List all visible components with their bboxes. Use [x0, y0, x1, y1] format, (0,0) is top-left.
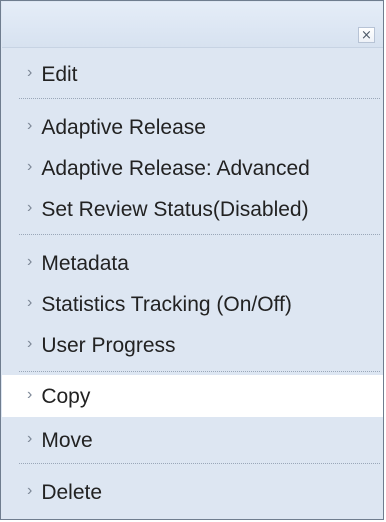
- menu-item-label: Delete: [41, 480, 103, 504]
- menu-item-label: Move: [41, 428, 93, 452]
- chevron-right-icon: ›: [27, 482, 33, 499]
- chevron-right-icon: ›: [27, 335, 33, 352]
- chevron-right-icon: ›: [27, 199, 33, 216]
- menu-item-move[interactable]: › Move: [2, 419, 383, 461]
- menu-item-edit[interactable]: › Edit: [2, 53, 383, 95]
- menu-item-set-review-status[interactable]: › Set Review Status(Disabled): [2, 188, 383, 230]
- menu-item-label: Copy: [41, 384, 91, 408]
- menu-item-label: Statistics Tracking (On/Off): [41, 292, 292, 316]
- menu-item-copy[interactable]: › Copy: [2, 375, 383, 417]
- menu-item-label: Adaptive Release: [41, 115, 206, 139]
- chevron-right-icon: ›: [27, 64, 33, 81]
- chevron-right-icon: ›: [27, 386, 33, 403]
- menu-separator: [19, 463, 380, 464]
- menu-header: ×: [2, 2, 383, 48]
- chevron-right-icon: ›: [27, 158, 33, 175]
- close-icon: ×: [361, 27, 372, 43]
- menu-item-label: Metadata: [41, 251, 129, 275]
- menu-item-delete[interactable]: › Delete: [2, 471, 383, 513]
- chevron-right-icon: ›: [27, 253, 33, 270]
- menu-item-user-progress[interactable]: › User Progress: [2, 324, 383, 366]
- menu-separator: [19, 98, 380, 99]
- menu-item-label: Edit: [41, 62, 78, 86]
- chevron-right-icon: ›: [27, 117, 33, 134]
- menu-separator: [19, 371, 380, 372]
- menu-separator: [19, 234, 380, 235]
- menu-item-adaptive-release[interactable]: › Adaptive Release: [2, 106, 383, 148]
- menu-item-label: Adaptive Release: Advanced: [41, 156, 310, 180]
- menu-item-label: User Progress: [41, 333, 176, 357]
- menu-item-metadata[interactable]: › Metadata: [2, 242, 383, 284]
- menu-item-label: Set Review Status(Disabled): [41, 197, 309, 221]
- close-button[interactable]: ×: [358, 27, 375, 43]
- menu-item-statistics-tracking[interactable]: › Statistics Tracking (On/Off): [2, 283, 383, 325]
- chevron-right-icon: ›: [27, 430, 33, 447]
- context-menu: × › Edit › Adaptive Release › Adaptive R…: [0, 0, 384, 520]
- chevron-right-icon: ›: [27, 294, 33, 311]
- menu-item-adaptive-release-advanced[interactable]: › Adaptive Release: Advanced: [2, 147, 383, 189]
